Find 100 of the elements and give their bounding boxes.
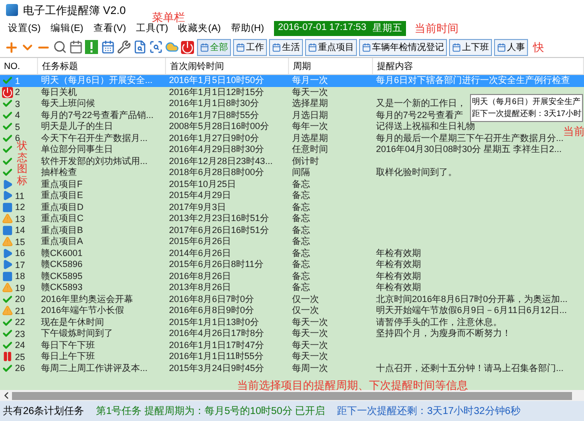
task-count: 共有26条计划任务 [3,404,84,418]
warning-icon [2,305,13,316]
menu-item[interactable]: 编辑(E) [50,22,84,35]
quick-button[interactable]: 工作 [233,38,267,56]
table-cell-text: 2016年端午节小长假 [40,305,124,316]
check-icon [2,316,13,328]
quick-button[interactable]: 人事 [494,38,528,56]
table-cell-text: 记得送上祝福和生日礼物 [375,121,475,132]
table-cell: 2 [15,87,20,98]
quick-button[interactable]: 全部 [197,38,231,56]
table-cell-text: 备忘 [291,213,310,224]
table-cell-text: 2013年2月23日16时51分 [168,213,270,224]
table-cell-text: 明天是儿子的生日 [40,121,113,132]
table-cell-text: 倒计时 [291,156,319,167]
calendar-days-icon[interactable] [100,38,115,56]
power-icon[interactable] [180,38,195,56]
table-cell-text: 2016年12月28日23时43... [168,156,273,167]
table-cell-text: 每日关机 [40,86,77,98]
table-cell-text: 每天一次 [291,86,328,98]
column-header[interactable]: 提醒内容 [373,58,584,74]
check-icon [2,328,13,340]
calendar-icon [272,42,281,52]
table-cell-text: 仅一次 [291,294,319,305]
table-cell: 20 [15,294,26,304]
table-cell-text: 十点召开，还剩十五分钟！请马上召集各部门... [375,362,564,374]
table-cell-text: 单位部分同事生日 [40,144,113,156]
column-header[interactable]: 首次闹铃时间 [166,58,289,74]
table-cell-text: 每天一次 [291,351,328,362]
table-cell-text: 重点项目D [40,202,84,213]
table-cell-text: 仅一次 [291,305,319,316]
table-cell-text: 赣CK5893 [40,282,83,294]
table-cell-text: 2016年1月27日9时0分 [168,132,260,144]
scrollbar-thumb[interactable] [12,392,572,400]
table-cell: 15 [15,236,26,247]
table-cell: 14 [15,225,26,236]
table-cell-text: 2016年4月29日8时30分 [168,144,264,156]
table-cell-text: 今天下午召开生产数据月... [40,132,148,144]
table-cell-text: 2016年里约奥运会开幕 [40,294,134,305]
table-cell-text: 2016年1月1日8时30分 [168,98,260,110]
table-cell-text: 每月一次 [291,75,328,86]
table-cell-text: 软件开发部的刘功炜试用... [40,156,148,167]
calendar-icon [200,42,209,52]
table-cell-text: 赣CK5895 [40,270,83,282]
quick-button[interactable]: 重点项目 [305,38,357,56]
table-cell-text: 年检有效期 [375,270,421,282]
table-cell: 23 [15,328,26,339]
play-icon [2,178,13,190]
file-search-icon[interactable] [132,38,147,56]
check-icon [2,98,13,110]
column-header[interactable]: 任务标题 [38,58,166,74]
check-icon [2,121,13,132]
quick-button[interactable]: 车辆年检情况登记 [359,38,447,56]
alert-icon[interactable] [84,38,99,56]
table-cell-text: 2016年4月26日17时8分 [168,328,264,340]
quick-button[interactable]: 上下班 [449,38,492,56]
calendar-icon [497,42,506,52]
search-icon[interactable] [52,38,67,56]
table-cell-text: 每周二上周工作讲评及本... [40,362,148,374]
column-header[interactable]: 周期 [289,58,373,74]
table-cell: 24 [15,340,26,350]
table-cell-text: 明天开始端午节放假6月9日－6月11日6月12日... [375,305,567,316]
table-cell-text: 重点项目B [40,224,84,236]
wrench-icon[interactable] [116,38,131,56]
table-cell-text: 2016年1月1日11时55分 [168,351,264,362]
table-cell: 4 [15,110,20,120]
check-icon [2,132,13,144]
clock-display: 2016-07-01 17:17:53 星期五 [274,21,406,36]
table-cell-text: 2015年6月26日 [168,236,232,248]
app-icon [6,4,18,16]
table-cell: 13 [15,214,26,224]
menu-item[interactable]: 工具(T) [136,22,168,35]
power-icon [2,86,13,98]
table-cell: 5 [15,122,20,132]
table-cell-text: 2016年04月30日08时30分 星期五 李祥生日2... [375,144,562,156]
table-cell-text: 年检有效期 [375,248,421,259]
menu-item[interactable]: 查看(V) [93,22,126,35]
table-cell-text: 请暂停手头的工作，注意休息。 [375,316,502,328]
scan-search-icon[interactable] [148,38,163,56]
table-cell-text: 备忘 [291,178,310,190]
pause-icon [2,351,13,362]
table-cell-text: 2017年9月3日 [168,202,226,213]
table-cell-text: 2016年1月1日12时15分 [168,86,264,98]
annotation: 当前时间 [414,22,458,36]
check-icon [2,156,13,167]
menu-item[interactable]: 收藏夹(A) [178,22,221,35]
calendar-icon[interactable] [68,38,83,56]
table-cell-text: 每日下午下班 [40,340,95,351]
annotation: 状态图标 [17,141,28,188]
table-cell-text: 每日上午下班 [40,351,95,362]
table-cell-text: 2016年1月1日17时47分 [168,340,264,351]
table-cell-text: 2015年10月25日 [168,178,236,190]
table-cell: 12 [15,202,26,212]
menu-item[interactable]: 设置(S) [8,22,41,35]
table-cell: 26 [15,363,26,374]
menu-item[interactable]: 帮助(H) [230,22,264,35]
table-cell: 1 [15,76,20,86]
table-cell-text: 每周一次 [291,362,328,374]
quick-button[interactable]: 生活 [269,38,303,56]
column-header[interactable]: NO. [0,58,38,74]
play-icon [2,259,13,270]
